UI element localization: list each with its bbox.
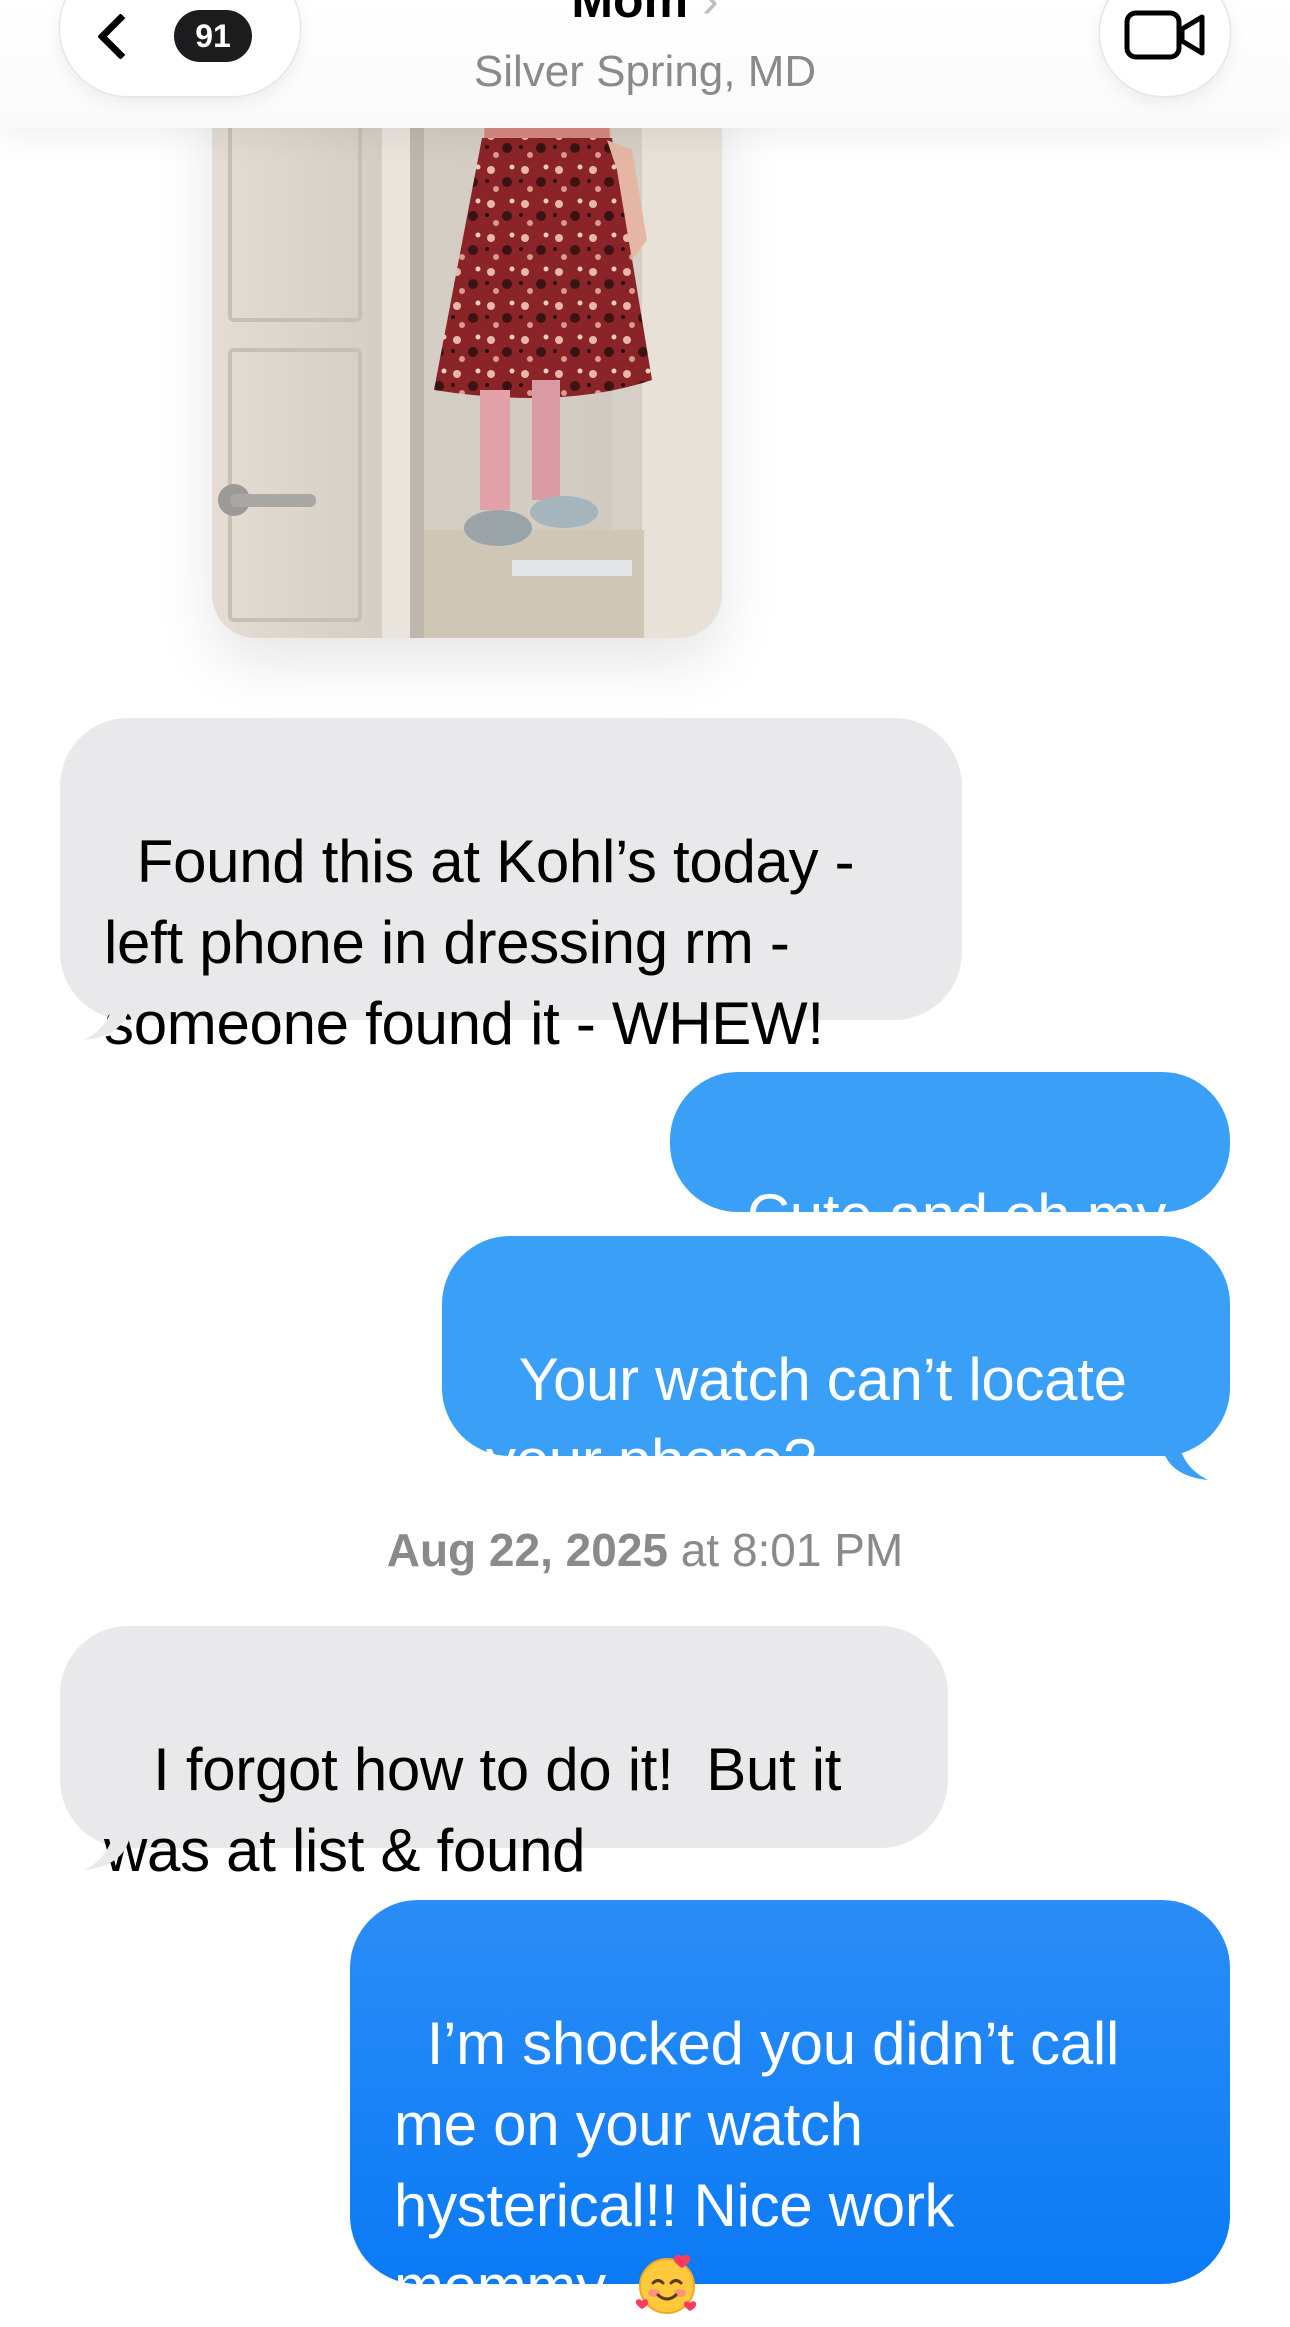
- contact-location: Silver Spring, MD: [473, 47, 817, 96]
- message-text: Found this at Kohl’s today - left phone …: [104, 828, 855, 1057]
- message-text: I forgot how to do it! But it was at lis…: [104, 1736, 842, 1884]
- message-bubble-outgoing[interactable]: Cute and oh my: [670, 1072, 1230, 1249]
- timestamp: Aug 22, 2025 at 8:01 PM: [0, 1520, 1290, 1580]
- chevron-right-icon: ›: [701, 0, 719, 28]
- photo-image: [212, 60, 722, 638]
- message-bubble-incoming[interactable]: I forgot how to do it! But it was at lis…: [60, 1626, 948, 1884]
- bubble-tail: [84, 1826, 130, 1870]
- message-bubble-outgoing[interactable]: Your watch can’t locate your phone?: [442, 1236, 1230, 1494]
- bubble-tail: [84, 996, 130, 1040]
- message-text: I’m shocked you didn’t call me on your w…: [394, 2010, 1119, 2320]
- timestamp-date: Aug 22, 2025: [386, 1524, 668, 1576]
- message-bubble-outgoing[interactable]: I’m shocked you didn’t call me on your w…: [350, 1900, 1230, 2320]
- smiling-face-with-hearts-icon: [635, 2254, 697, 2314]
- contact-name: Mom: [571, 0, 689, 28]
- conversation-header: 91 Mom › Silver Spring, MD: [0, 0, 1290, 128]
- message-text: Your watch can’t locate your phone?: [486, 1346, 1127, 1494]
- message-bubble-incoming[interactable]: Found this at Kohl’s today - left phone …: [60, 718, 962, 1057]
- video-camera-icon: [1124, 10, 1205, 60]
- contact-name-button[interactable]: Mom ›: [0, 0, 1290, 30]
- timestamp-connector: at: [668, 1524, 732, 1576]
- bubble-tail: [1162, 1436, 1208, 1480]
- timestamp-time: 8:01 PM: [731, 1524, 904, 1576]
- attached-photo[interactable]: [212, 60, 722, 638]
